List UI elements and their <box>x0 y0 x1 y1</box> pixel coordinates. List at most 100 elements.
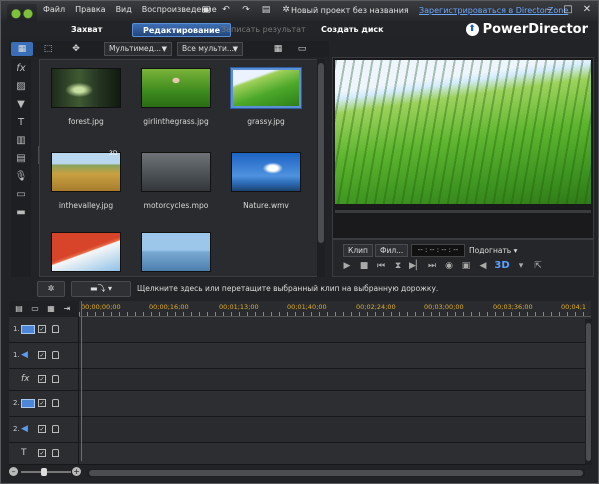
media-item[interactable]: forest.jpg <box>46 68 126 126</box>
split-icon[interactable]: ⧗ <box>392 260 404 272</box>
chevron-down-icon[interactable]: ▾ <box>515 260 527 272</box>
media-room-icon[interactable]: ▦ <box>11 42 33 56</box>
scroll-thumb[interactable] <box>318 63 324 243</box>
minimize-icon[interactable]: – <box>542 4 556 16</box>
media-item[interactable]: grassy.jpg <box>226 67 306 126</box>
fit-dropdown[interactable]: Подогнать ▾ <box>469 244 517 257</box>
menu-edit[interactable]: Правка <box>75 5 105 14</box>
particle-icon[interactable]: ▼ <box>11 95 31 113</box>
snapshot-icon[interactable]: ◉ <box>443 260 455 272</box>
audio-mixing-icon[interactable]: ▤ <box>11 149 31 167</box>
close-icon[interactable]: ✕ <box>580 4 594 16</box>
track-lane[interactable] <box>79 443 591 464</box>
track-enable-checkbox[interactable]: ✓ <box>38 399 46 407</box>
transition-icon[interactable]: ▥ <box>11 131 31 149</box>
media-filter-dropdown[interactable]: Мультимед... ▼ <box>104 42 172 56</box>
all-media-dropdown[interactable]: Все мульти... ▼ <box>177 42 243 56</box>
track-number: 2. <box>13 399 20 407</box>
title-icon: T <box>21 448 27 458</box>
tab-edit[interactable]: Редактирование <box>132 23 232 37</box>
maximize-icon[interactable]: □ <box>561 4 575 16</box>
fit-timeline-icon[interactable]: ⇥ <box>61 304 73 314</box>
zoom-out-icon[interactable]: – <box>9 467 18 476</box>
next-frame-icon[interactable]: ▶▏ <box>409 260 423 272</box>
track-lane[interactable] <box>79 369 591 390</box>
zoom-knob[interactable] <box>41 468 47 476</box>
scroll-thumb[interactable] <box>586 323 591 461</box>
grid-view-icon[interactable]: ▦ <box>267 42 289 56</box>
voice-record-icon[interactable]: 🎙 <box>11 167 31 185</box>
track-lane[interactable] <box>79 391 591 416</box>
insert-clip-button[interactable]: ▬⤵ ▾ <box>71 281 131 297</box>
lock-icon[interactable] <box>52 399 59 407</box>
timeline-hint: Щелкните здесь или перетащите выбранный … <box>137 284 439 293</box>
list-view-icon[interactable]: ▭ <box>291 42 313 56</box>
media-item[interactable]: motorcycles.mpo <box>136 152 216 210</box>
3d-toggle[interactable]: 3D <box>494 260 510 272</box>
undo-icon[interactable]: ↶ <box>219 4 233 16</box>
tab-clip[interactable]: Клип <box>343 244 373 257</box>
track-enable-checkbox[interactable]: ✓ <box>38 425 46 433</box>
pip-icon[interactable]: ▨ <box>11 77 31 95</box>
library-scrollbar[interactable] <box>317 59 325 277</box>
menu-view[interactable]: Вид <box>116 5 132 14</box>
scroll-thumb[interactable] <box>89 470 583 476</box>
tab-film[interactable]: Фил... <box>375 244 409 257</box>
keyboard-icon[interactable]: ▤ <box>259 4 273 16</box>
timeline-ruler[interactable]: 00;00;00;00 00;00;16;00 00;01;13;00 00;0… <box>79 301 591 317</box>
lock-icon[interactable] <box>52 325 59 333</box>
display-icon[interactable]: ▣ <box>460 260 472 272</box>
media-item[interactable] <box>136 232 216 272</box>
audio-track-icon: ◀ <box>21 424 28 434</box>
plugins-icon[interactable]: ✥ <box>65 42 87 56</box>
storyboard-icon[interactable]: ▭ <box>29 304 41 314</box>
undock-icon[interactable]: ⇱ <box>532 260 544 272</box>
lock-icon[interactable] <box>52 449 59 457</box>
thumbnail <box>51 68 121 108</box>
tab-create-disc[interactable]: Создать диск <box>321 23 384 37</box>
redo-icon[interactable]: ↷ <box>239 4 253 16</box>
play-icon[interactable]: ▶ <box>341 260 353 272</box>
track-enable-checkbox[interactable]: ✓ <box>38 449 46 457</box>
import-media-icon[interactable]: ⬚ <box>37 42 59 56</box>
tab-produce[interactable]: Записать результат <box>221 23 306 37</box>
fx-icon[interactable]: fx <box>11 59 31 77</box>
title-icon[interactable]: T <box>11 113 31 131</box>
lock-icon[interactable] <box>52 425 59 433</box>
lock-icon[interactable] <box>52 375 59 383</box>
stop-icon[interactable]: ■ <box>358 260 370 272</box>
fast-forward-icon[interactable]: ⏭ <box>426 260 438 272</box>
ruler-label: 00;03;36;00 <box>493 303 533 311</box>
track-lane[interactable] <box>79 343 591 368</box>
timeline-view-icon[interactable]: ▤ <box>13 304 25 314</box>
timecode[interactable]: -- : -- : -- : -- <box>411 244 465 257</box>
track-lane[interactable] <box>79 317 591 342</box>
timeline-horizontal-scrollbar[interactable] <box>87 469 585 477</box>
track-enable-checkbox[interactable]: ✓ <box>38 351 46 359</box>
chapter-icon[interactable]: ▭ <box>11 185 31 203</box>
media-item[interactable]: Nature.wmv <box>226 152 306 210</box>
media-item[interactable]: girlinthegrass.jpg <box>136 68 216 126</box>
media-item[interactable]: inthevalley.jpg <box>46 152 126 210</box>
video-track-icon <box>21 399 35 408</box>
volume-icon[interactable]: ◀ <box>477 260 489 272</box>
track-lane[interactable] <box>79 417 591 442</box>
player-controls: Клип Фил... -- : -- : -- : -- Подогнать … <box>332 239 594 277</box>
track-enable-checkbox[interactable]: ✓ <box>38 325 46 333</box>
playhead[interactable] <box>81 301 82 461</box>
subtitle-icon[interactable]: ▬ <box>11 203 31 221</box>
track-manager-icon[interactable]: ▦ <box>45 304 57 314</box>
zoom-in-icon[interactable]: + <box>72 467 81 476</box>
save-icon[interactable]: ▣ <box>199 4 213 16</box>
magic-tools-button[interactable]: ✲ <box>37 281 65 297</box>
previous-frame-icon[interactable]: ⏮ <box>375 260 387 272</box>
menu-file[interactable]: Файл <box>43 5 65 14</box>
zoom-slider[interactable]: – + <box>9 467 81 479</box>
tracks-scrollbar[interactable] <box>585 319 592 465</box>
lock-icon[interactable] <box>52 351 59 359</box>
track-enable-checkbox[interactable]: ✓ <box>38 375 46 383</box>
upgrade-icon[interactable]: ⬆ <box>465 23 479 36</box>
media-item[interactable] <box>46 232 126 272</box>
tab-capture[interactable]: Захват <box>71 23 102 37</box>
preview-seek-bar[interactable] <box>335 210 591 213</box>
